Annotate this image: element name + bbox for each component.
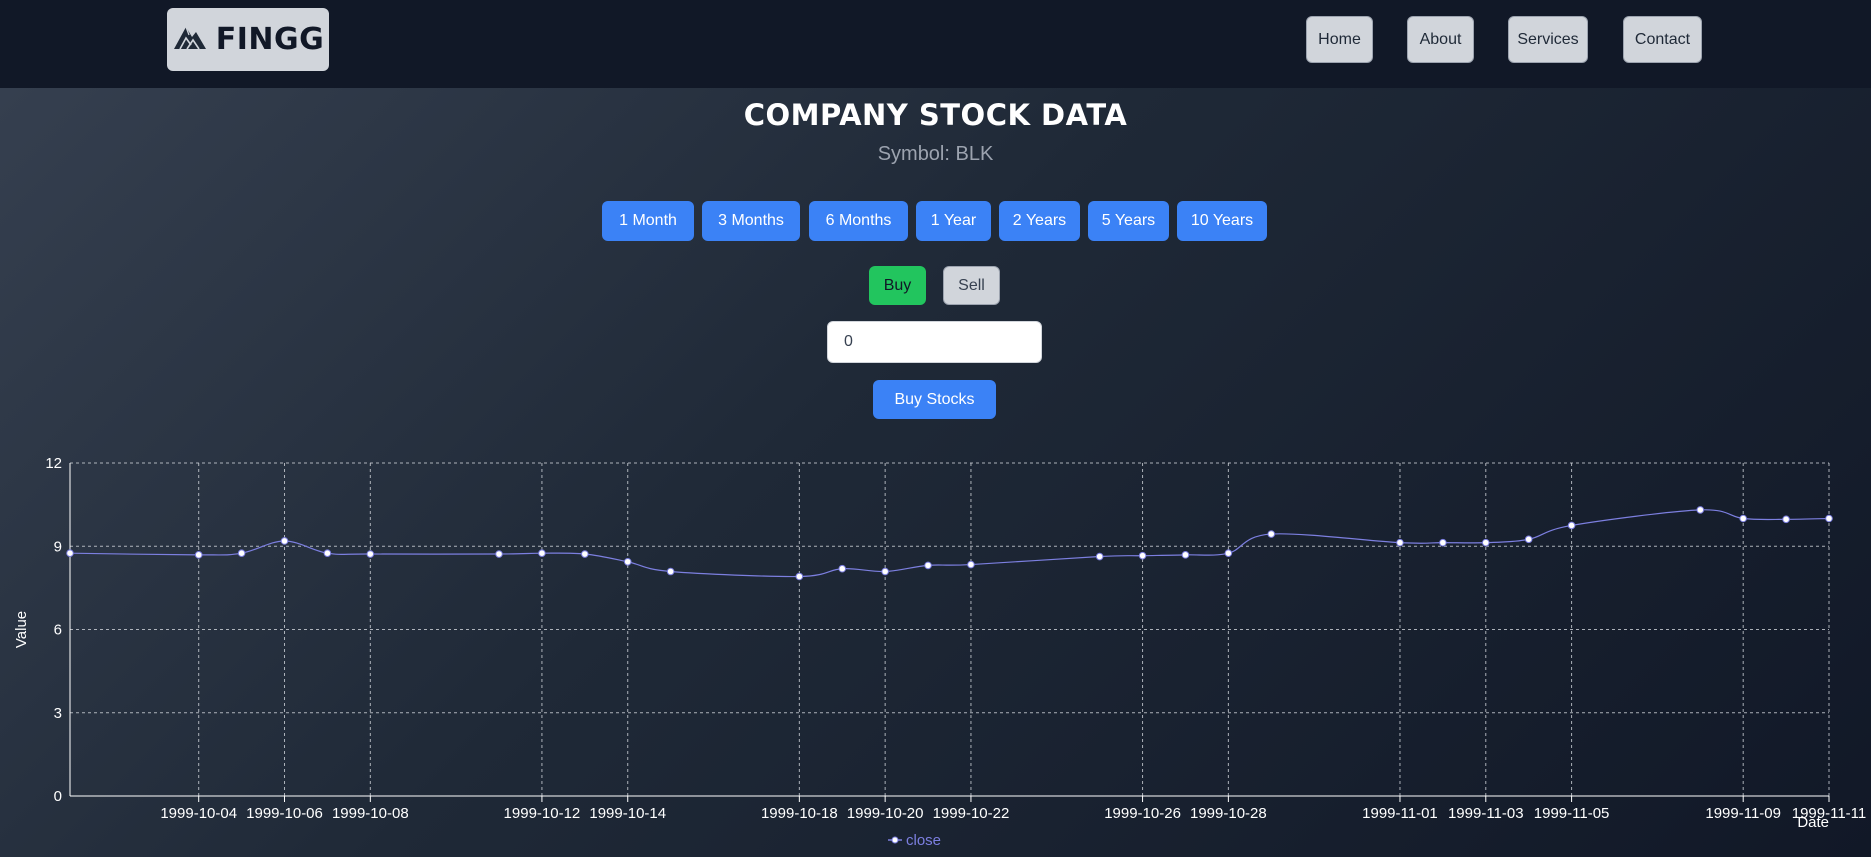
buy-toggle-button[interactable]: Buy [869, 266, 926, 305]
data-point [623, 557, 632, 566]
data-point [1267, 530, 1276, 538]
x-tick-label: 1999-11-03 [1448, 805, 1524, 822]
range-5-years-button[interactable]: 5 Years [1088, 201, 1169, 241]
data-point [538, 549, 546, 557]
data-point [795, 572, 804, 581]
y-axis-title: Value [13, 611, 30, 648]
data-point [967, 560, 975, 569]
range-2-years-button[interactable]: 2 Years [999, 201, 1080, 241]
x-tick-label: 1999-10-22 [933, 805, 1010, 822]
data-point [280, 537, 289, 545]
legend-close-label: close [906, 832, 941, 849]
nav-contact-button[interactable]: Contact [1623, 16, 1702, 63]
data-point [1481, 538, 1490, 547]
stock-line-chart: 0 3 6 9 12 1999-10-04 1999-10-06 1999-10-08 1999… [13, 455, 1866, 849]
y-tick-label: 9 [54, 538, 62, 555]
x-tick-label: 1999-10-12 [504, 805, 581, 822]
data-point [838, 564, 847, 573]
x-tick-label: 1999-10-14 [589, 805, 666, 822]
page-title: COMPANY STOCK DATA [743, 98, 1128, 132]
y-tick-label: 12 [45, 455, 62, 472]
data-point [1181, 551, 1190, 559]
data-point [1567, 521, 1576, 530]
x-axis-title: Date [1797, 814, 1829, 831]
y-tick-label: 0 [54, 788, 62, 805]
data-point [323, 549, 332, 557]
data-point [666, 567, 675, 576]
nav-services-button[interactable]: Services [1508, 16, 1588, 63]
x-tick-label: 1999-10-28 [1190, 805, 1267, 822]
data-point [1696, 506, 1705, 514]
data-point [1524, 535, 1533, 544]
data-point [581, 550, 589, 558]
range-3-months-button[interactable]: 3 Months [702, 201, 800, 241]
range-1-month-button[interactable]: 1 Month [602, 201, 694, 241]
y-tick-label: 6 [54, 622, 62, 639]
data-point [1396, 538, 1404, 547]
x-tick-label: 1999-10-04 [160, 805, 237, 822]
data-point [881, 567, 889, 576]
data-point [366, 550, 375, 558]
range-1-year-button[interactable]: 1 Year [916, 201, 991, 241]
x-tick-label: 1999-10-08 [332, 805, 409, 822]
data-point [1739, 514, 1747, 523]
nav-about-button[interactable]: About [1407, 16, 1474, 63]
data-point [1439, 538, 1447, 547]
symbol-label: Symbol: BLK [877, 143, 994, 165]
navbar: FINGG Home About Services Contact [0, 0, 1871, 88]
sell-toggle-button[interactable]: Sell [943, 266, 1000, 305]
x-tick-label: 1999-11-09 [1705, 805, 1781, 822]
buy-stocks-button[interactable]: Buy Stocks [873, 380, 996, 419]
data-point [194, 551, 203, 559]
brand-name: FINGG [215, 22, 325, 57]
data-point [237, 549, 246, 557]
x-tick-label: 1999-11-01 [1362, 805, 1438, 822]
x-tick-label: 1999-11-05 [1534, 805, 1610, 822]
quantity-input[interactable] [827, 321, 1042, 363]
data-point [1782, 515, 1790, 524]
range-10-years-button[interactable]: 10 Years [1177, 201, 1267, 241]
nav-home-button[interactable]: Home [1306, 16, 1373, 63]
mountain-logo-icon [172, 23, 208, 56]
brand-logo[interactable]: FINGG [167, 8, 329, 71]
range-6-months-button[interactable]: 6 Months [809, 201, 908, 241]
legend-close-swatch-marker [891, 836, 899, 844]
series-close-line [69, 509, 1830, 578]
data-point [1095, 552, 1104, 561]
data-point [1138, 551, 1147, 560]
x-tick-label: 1999-10-18 [761, 805, 838, 822]
y-tick-label: 3 [54, 705, 62, 722]
data-point [66, 549, 74, 557]
data-point [924, 561, 932, 570]
data-point [495, 550, 503, 558]
x-tick-label: 1999-10-20 [847, 805, 924, 822]
x-tick-label: 1999-10-06 [246, 805, 323, 822]
data-point [1825, 514, 1833, 523]
x-tick-label: 1999-10-26 [1104, 805, 1181, 822]
data-point [1224, 549, 1233, 557]
